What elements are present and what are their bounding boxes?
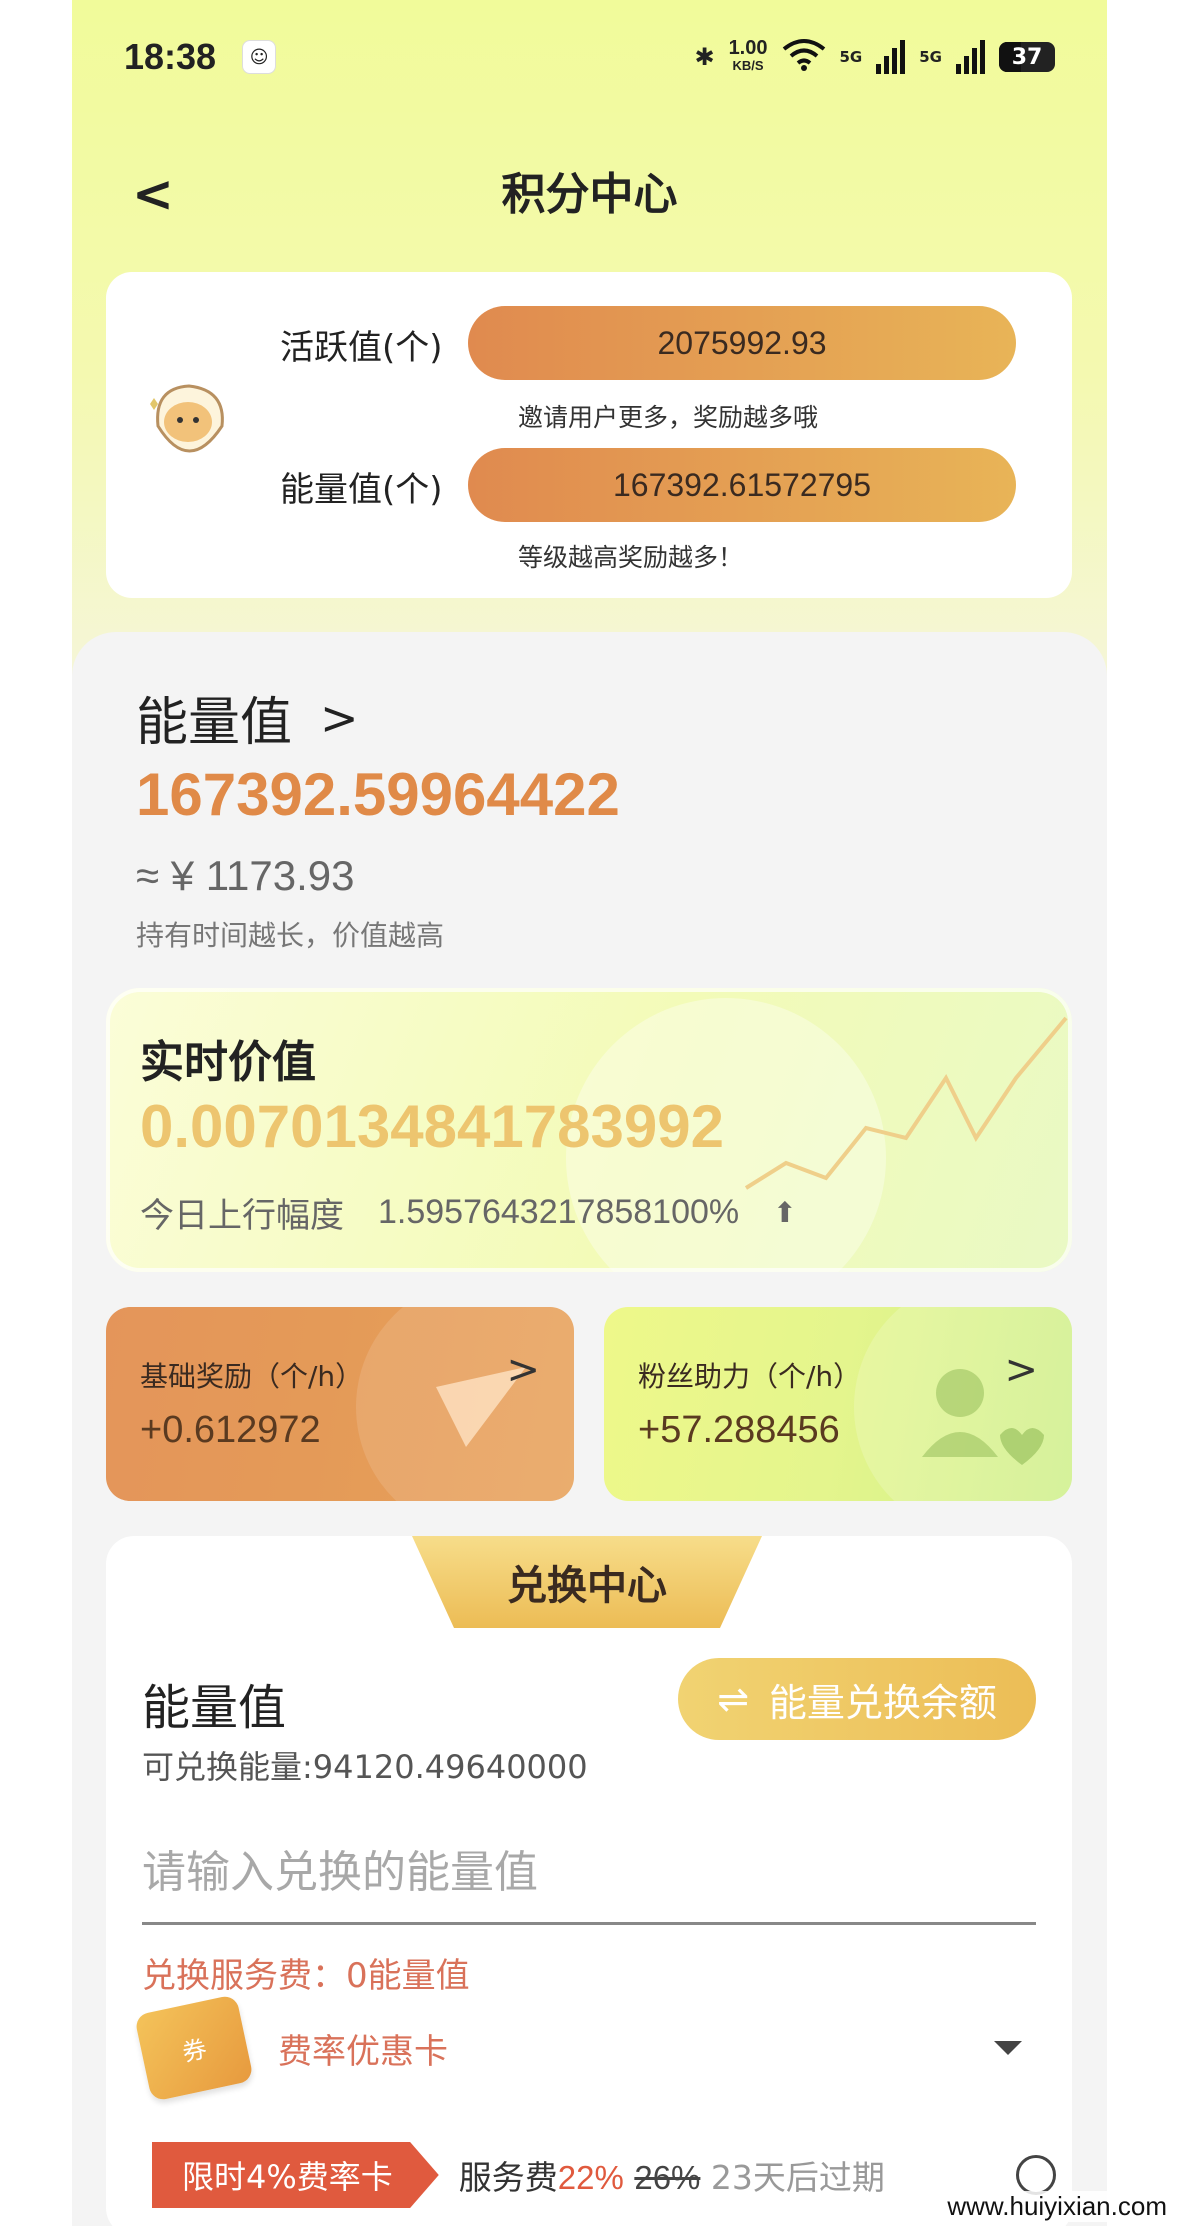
speed-unit: KB/S: [732, 58, 764, 73]
realtime-title: 实时价值: [140, 1037, 316, 1088]
user-heart-icon: [854, 1307, 1072, 1501]
speed-value: 1.00: [728, 37, 768, 59]
promo-old-rate: 26%: [634, 2159, 701, 2196]
coupon-card-icon: 券: [133, 1994, 255, 2102]
fans-reward-value: +57.288456: [638, 1409, 840, 1451]
energy-amount: 167392.59964422: [136, 761, 620, 828]
net1-label: 5G: [839, 48, 863, 66]
energy-hint-text: 持有时间越长，价值越高: [136, 919, 445, 952]
change-label: 今日上行幅度: [140, 1196, 344, 1236]
promo-radio[interactable]: [1016, 2155, 1056, 2195]
promo-fee-label: 服务费: [458, 2158, 558, 2197]
energy-hint: 等级越高奖励越多！: [518, 543, 744, 572]
change-value: 1.595764321785810​0%: [378, 1193, 740, 1231]
exchange-label: 能量值: [142, 1680, 287, 1736]
realtime-value: 0.0070134841783992: [140, 1093, 724, 1160]
network-speed: 1.00 KB/S: [728, 37, 768, 75]
activity-hint: 邀请用户更多，奖励越多哦: [518, 403, 819, 432]
exchange-fee: 兑换服务费：0能量值: [142, 1956, 470, 1996]
mascot-icon: [150, 384, 224, 453]
status-time: 18:38: [124, 36, 217, 77]
signal-icon-1: [876, 40, 906, 74]
fans-reward-card[interactable]: 粉丝助力（个/h） +57.288456 >: [604, 1307, 1072, 1501]
realtime-change: 今日上行幅度 1.595764321785810​0% ⬆: [140, 1188, 797, 1237]
net2-label: 5G: [919, 48, 942, 66]
fans-reward-label: 粉丝助力（个/h）: [638, 1360, 862, 1393]
exchange-amount-input[interactable]: [142, 1822, 1036, 1925]
stats-card: 活跃值(个) 2075992.93 邀请用户更多，奖励越多哦 能量值(个) 16…: [106, 272, 1072, 598]
base-reward-card[interactable]: 基础奖励（个/h） +0.612972 >: [106, 1307, 574, 1501]
promo-coupon-row[interactable]: 限时4%费率卡 服务费22% 26% 23天后过期: [152, 2140, 1056, 2210]
chevron-right-icon: >: [506, 1347, 540, 1393]
promo-description: 服务费22% 26% 23天后过期: [459, 2151, 885, 2199]
promo-tag: 限时4%费率卡: [152, 2142, 439, 2208]
activity-label: 活跃值(个): [280, 328, 443, 368]
bluetooth-icon: ✱: [694, 43, 715, 71]
caret-down-icon: [994, 2041, 1022, 2055]
energy-to-balance-button[interactable]: ⇌ 能量兑换余额: [678, 1658, 1036, 1740]
promo-new-rate: 22%: [557, 2159, 624, 2196]
energy-to-balance-label: 能量兑换余额: [768, 1680, 997, 1725]
coupon-selector[interactable]: 券 费率优惠卡: [133, 1994, 1036, 2102]
energy-label: 能量值(个): [280, 470, 443, 510]
nav-bar: < 积分中心: [72, 160, 1107, 230]
phone-screen: 18:38 ☺ ✱ 1.00 KB/S 5G 5G 37 < 积分中心 活跃值(…: [72, 0, 1107, 2226]
arrow-up-icon: ⬆: [773, 1196, 797, 1229]
energy-cny-value: ≈ ¥ 1173.93: [136, 852, 355, 899]
signal-icon-2: [956, 40, 985, 74]
base-reward-value: +0.612972: [140, 1409, 321, 1451]
status-bar: 18:38 ☺ ✱ 1.00 KB/S 5G 5G 37: [124, 32, 1055, 82]
battery-level: 37: [1011, 44, 1043, 70]
app-notification-icon: ☺: [242, 40, 277, 74]
energy-title: 能量值: [136, 693, 293, 753]
battery-icon: 37: [999, 42, 1055, 72]
energy-value-pill: 167392.61572795: [468, 448, 1016, 522]
swap-icon: ⇌: [717, 1677, 749, 1721]
paper-plane-icon: [356, 1307, 574, 1501]
watermark: www.huiyixian.com: [943, 2191, 1171, 2222]
exchange-available: 可兑换能量:94120.49640000: [142, 1748, 588, 1786]
coupon-label: 费率优惠卡: [278, 2031, 448, 2072]
promo-expire: 23天后过期: [710, 2158, 885, 2197]
energy-title-link[interactable]: 能量值 >: [136, 680, 359, 755]
activity-value-pill: 2075992.93: [468, 306, 1016, 380]
realtime-value-card: 实时价值 0.0070134841783992 今日上行幅度 1.5957643…: [106, 988, 1072, 1272]
exchange-tab: 兑换中心: [412, 1536, 762, 1628]
wifi-icon: [782, 37, 826, 77]
status-icons: ✱ 1.00 KB/S 5G 5G 37: [694, 37, 1055, 77]
page-title: 积分中心: [501, 169, 678, 220]
chevron-right-icon: >: [320, 690, 359, 745]
chevron-right-icon: >: [1004, 1347, 1038, 1393]
base-reward-label: 基础奖励（个/h）: [140, 1360, 364, 1393]
